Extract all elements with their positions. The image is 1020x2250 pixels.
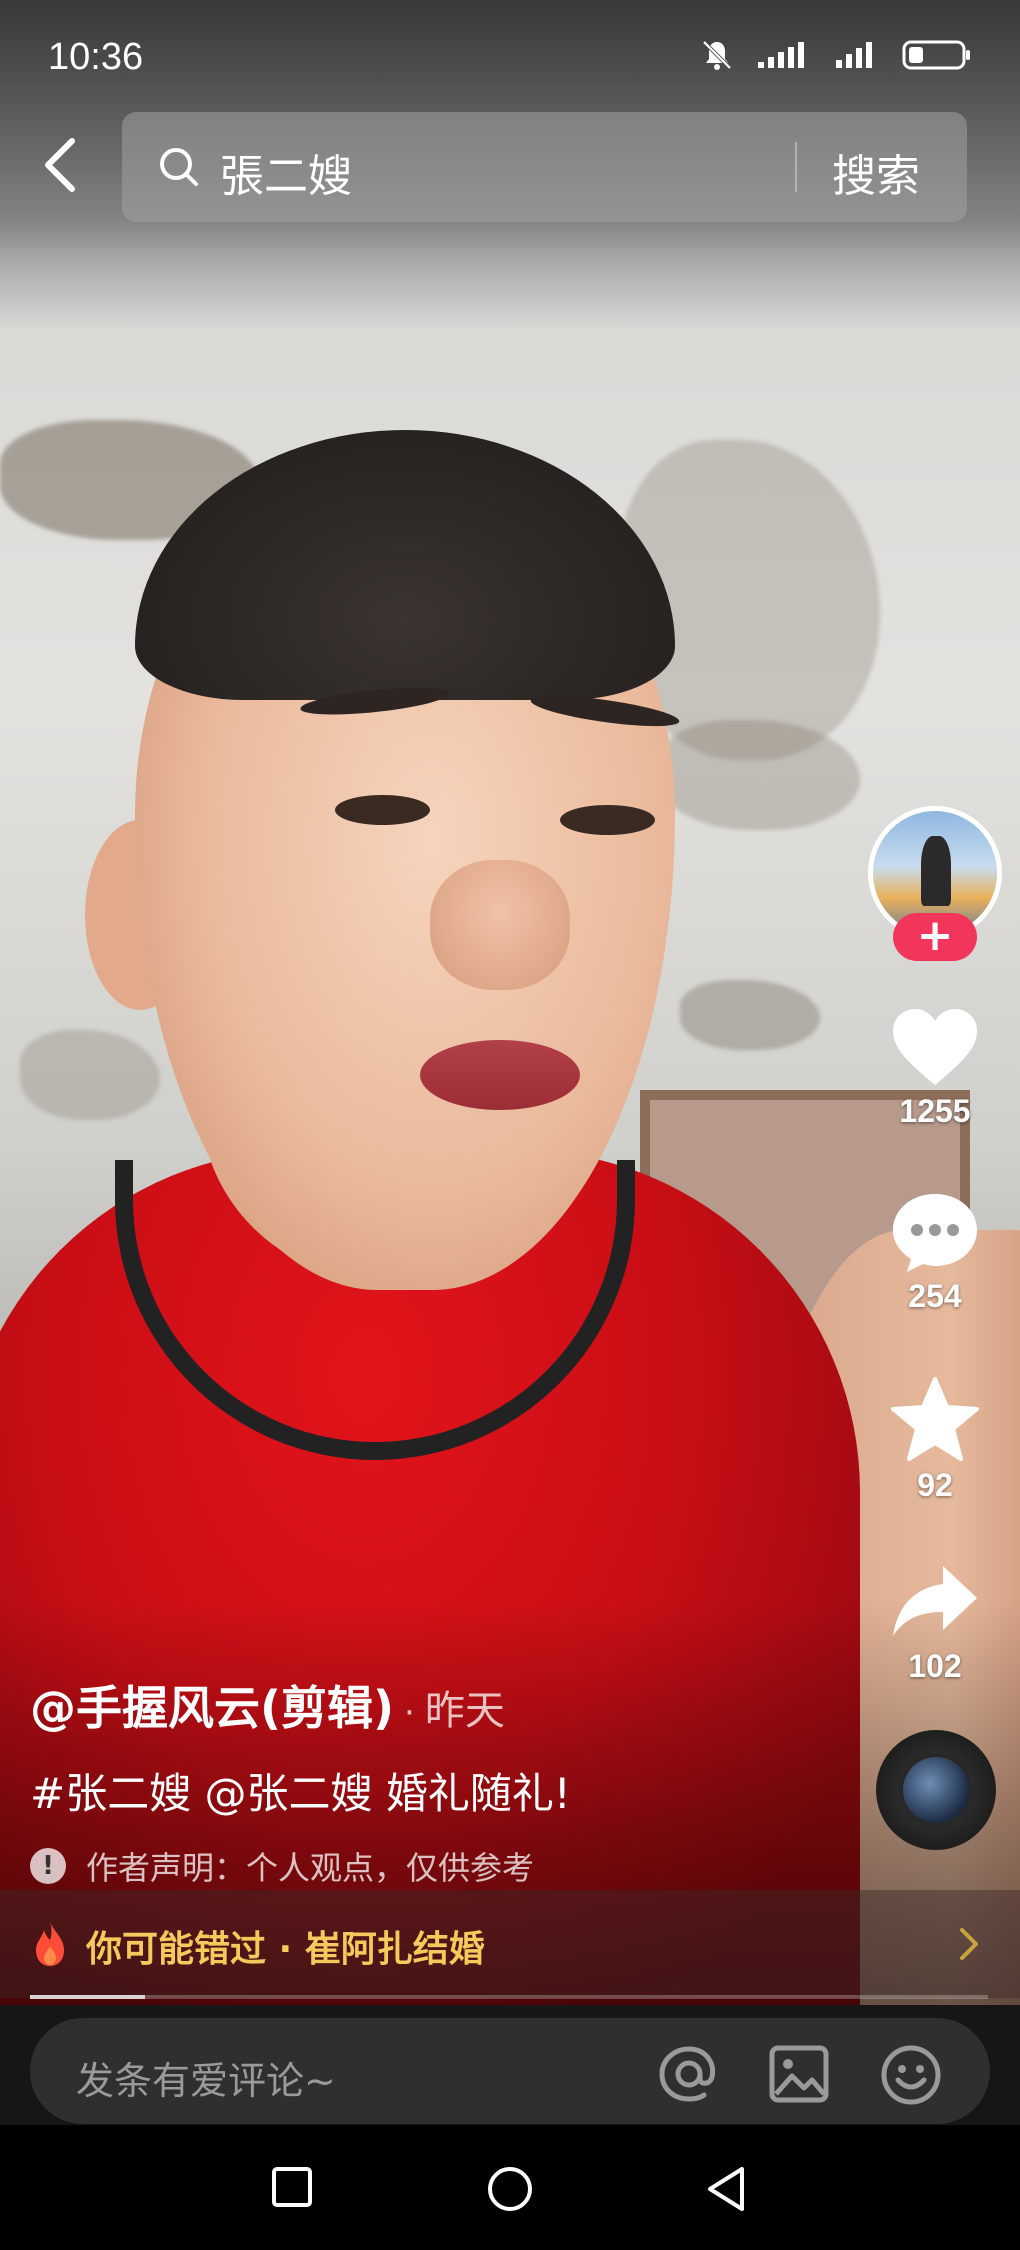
recents-button[interactable] xyxy=(270,2165,314,2213)
comment-input[interactable]: 发条有爱评论~ xyxy=(30,2018,990,2124)
music-cover xyxy=(903,1757,969,1823)
favorite-count: 92 xyxy=(917,1467,953,1503)
share-count: 102 xyxy=(908,1648,962,1684)
circle-icon xyxy=(488,2167,532,2211)
follow-button[interactable]: + xyxy=(893,913,977,961)
search-divider xyxy=(795,142,797,192)
heart-icon xyxy=(893,1009,977,1085)
separator-dot: · xyxy=(404,1693,415,1733)
author-disclaimer: ! 作者声明：个人观点，仅供参考 xyxy=(30,1843,860,1889)
person-nose xyxy=(430,860,570,990)
search-query: 張二嫂 xyxy=(220,151,352,202)
disclaimer-text: 作者声明：个人观点，仅供参考 xyxy=(86,1849,535,1887)
wall-pattern xyxy=(20,1030,160,1120)
system-nav-bar xyxy=(0,2125,1020,2250)
chevron-left-icon xyxy=(45,138,75,192)
triangle-back-icon xyxy=(708,2167,744,2211)
emoji-button[interactable] xyxy=(880,2044,942,2110)
video-description[interactable]: #张二嫂 @张二嫂 婚礼随礼! xyxy=(30,1760,860,1821)
battery-icon xyxy=(902,39,972,71)
video-caption: @手握风云(剪辑) · 昨天 #张二嫂 @张二嫂 婚礼随礼! ! 作者声明：个人… xyxy=(30,1672,860,1889)
video-progress-bar[interactable] xyxy=(30,1995,988,1999)
person-lips xyxy=(420,1040,580,1110)
image-icon xyxy=(769,2045,829,2103)
music-disc[interactable] xyxy=(876,1730,996,1850)
person-eye xyxy=(335,795,430,825)
comment-icon xyxy=(893,1194,977,1272)
search-icon xyxy=(158,146,200,192)
author-name[interactable]: @手握风云(剪辑) xyxy=(30,1672,394,1738)
square-icon xyxy=(272,2167,312,2207)
chevron-right-icon xyxy=(956,1926,982,1966)
wall-pattern xyxy=(680,980,820,1050)
warning-icon: ! xyxy=(30,1848,66,1884)
status-icons xyxy=(700,38,972,72)
like-button[interactable]: 1255 xyxy=(868,1005,1002,1130)
comment-button[interactable]: 254 xyxy=(868,1190,1002,1315)
related-text: 你可能错过 · 崔阿扎结婚 xyxy=(86,1929,485,1970)
home-button[interactable] xyxy=(486,2165,534,2217)
mention-button[interactable] xyxy=(656,2044,722,2108)
favorite-button[interactable]: 92 xyxy=(868,1375,1002,1504)
like-count: 1255 xyxy=(899,1093,971,1129)
progress-fill xyxy=(30,1995,145,1999)
comment-count: 254 xyxy=(908,1278,962,1314)
at-icon xyxy=(659,2046,716,2102)
back-nav-button[interactable] xyxy=(704,2165,748,2217)
search-button[interactable]: 搜索 xyxy=(832,140,920,204)
status-time: 10:36 xyxy=(48,36,144,78)
comment-placeholder: 发条有爱评论~ xyxy=(76,2059,336,2103)
wall-pattern xyxy=(660,720,860,830)
share-arrow-icon xyxy=(893,1566,977,1636)
comment-bar: 发条有爱评论~ xyxy=(0,2005,1020,2125)
image-button[interactable] xyxy=(768,2044,830,2108)
posted-time: 昨天 xyxy=(424,1688,505,1734)
smiley-icon xyxy=(881,2045,941,2105)
avatar-figure xyxy=(921,836,951,906)
related-banner[interactable]: 你可能错过 · 崔阿扎结婚 xyxy=(0,1890,1020,1998)
person-eye xyxy=(560,805,655,835)
search-row: 張二嫂 搜索 xyxy=(0,110,1020,225)
search-input[interactable]: 張二嫂 搜索 xyxy=(122,112,967,222)
share-button[interactable]: 102 xyxy=(868,1560,1002,1685)
fire-icon xyxy=(30,1920,70,1972)
author-line: @手握风云(剪辑) · 昨天 xyxy=(30,1672,860,1738)
status-bar: 10:36 xyxy=(0,0,1020,110)
signal-icon xyxy=(834,40,880,70)
back-button[interactable] xyxy=(30,130,90,200)
star-icon xyxy=(891,1377,979,1461)
signal-icon xyxy=(756,40,812,70)
mute-bell-icon xyxy=(700,38,734,72)
